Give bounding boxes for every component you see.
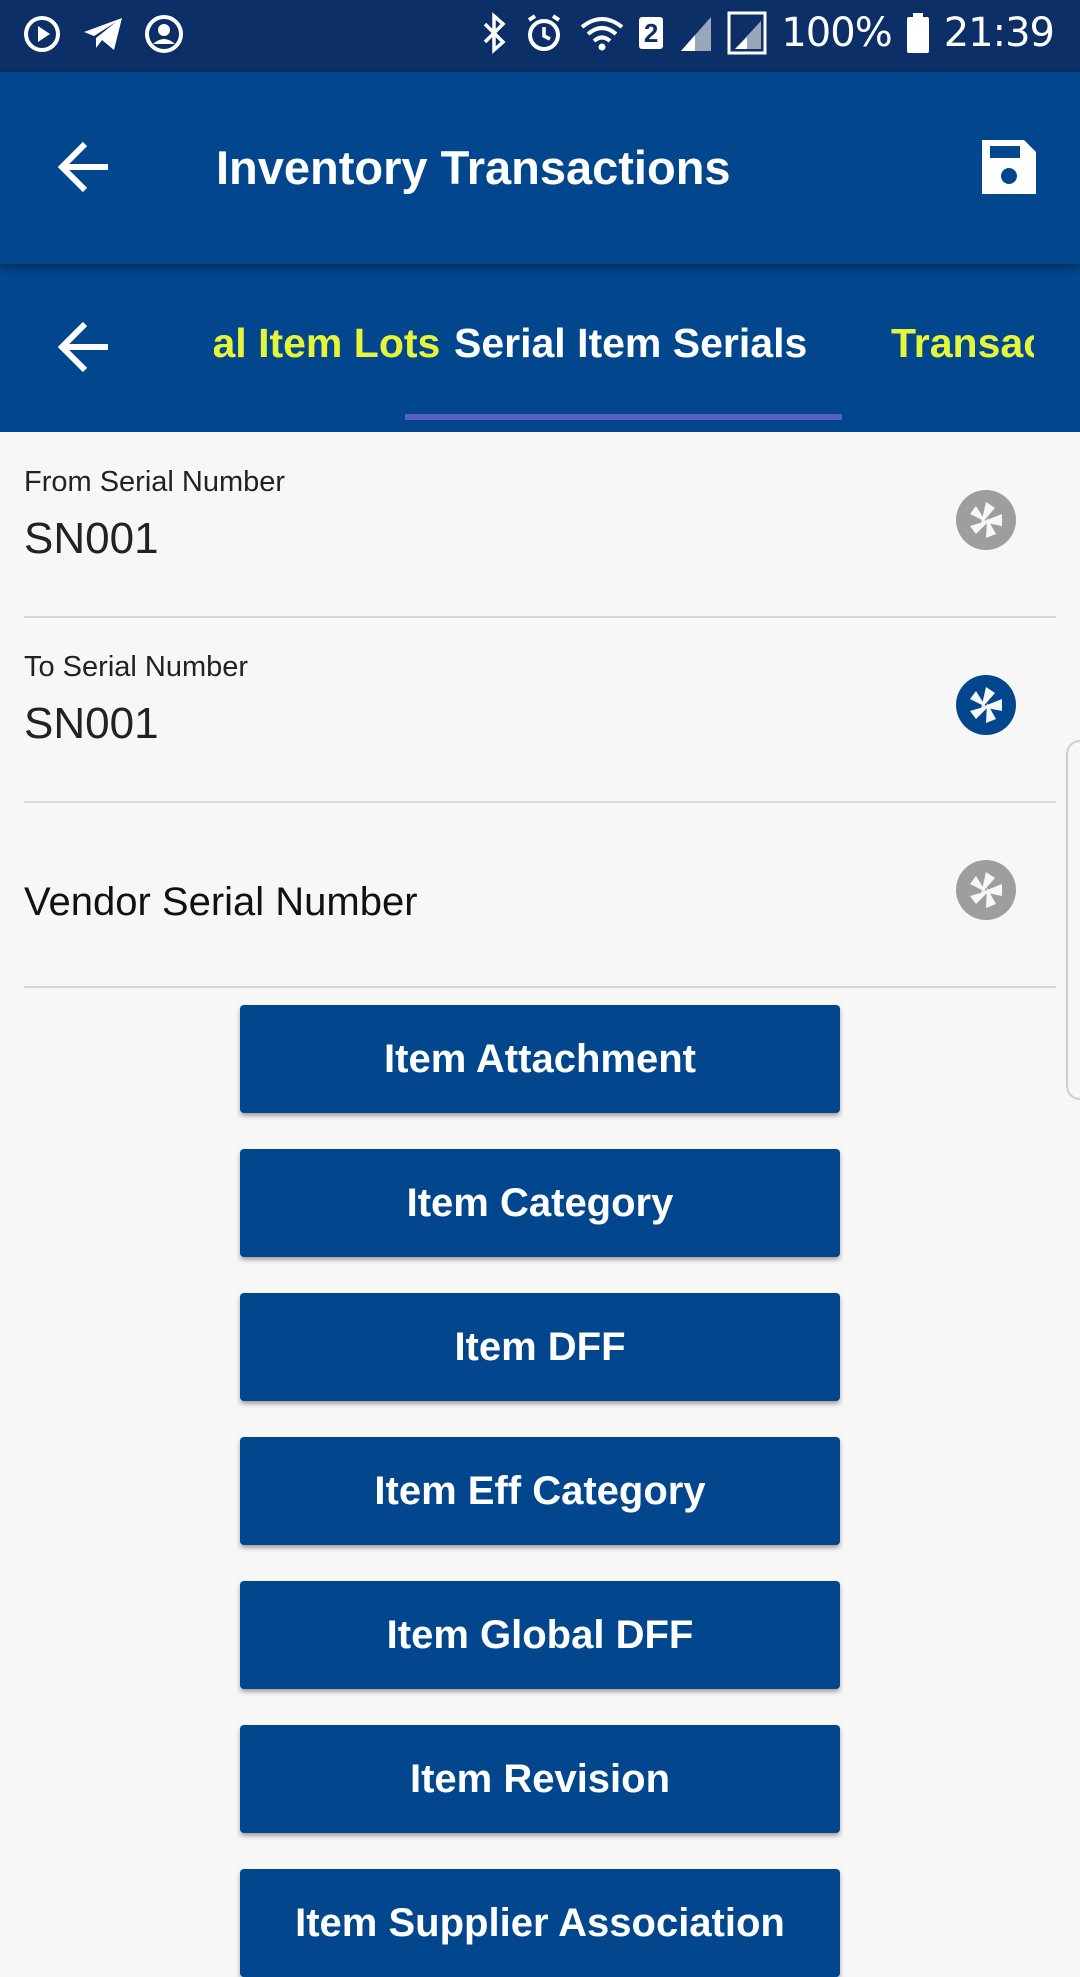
camera-shutter-icon[interactable]	[954, 488, 1018, 552]
battery-percent: 100%	[781, 10, 892, 56]
tab-bar: Serial Item Lots Serial Item Serials Tra…	[0, 264, 1080, 432]
signal-icon	[681, 17, 712, 51]
item-eff-category-button[interactable]: Item Eff Category	[240, 1437, 840, 1545]
notification-count-badge: 2	[638, 17, 664, 49]
account-icon	[145, 15, 183, 53]
vendor-serial-number-field[interactable]: Vendor Serial Number	[24, 802, 1056, 988]
arrow-left-icon[interactable]	[56, 138, 114, 196]
tab-strip: Serial Item Lots Serial Item Serials Tra…	[214, 264, 1034, 432]
scroll-indicator[interactable]	[1066, 740, 1080, 1100]
wifi-icon	[580, 17, 624, 51]
item-global-dff-button[interactable]: Item Global DFF	[240, 1581, 840, 1689]
alarm-icon	[527, 14, 561, 51]
camera-shutter-icon[interactable]	[954, 858, 1018, 922]
status-left-icons	[22, 14, 184, 54]
play-icon	[24, 16, 60, 52]
to-serial-number-value[interactable]: SN001	[24, 699, 159, 749]
item-supplier-association-button[interactable]: Item Supplier Association	[240, 1869, 840, 1977]
signal-icon	[727, 11, 767, 55]
item-revision-button[interactable]: Item Revision	[240, 1725, 840, 1833]
tab-transactions[interactable]: Transactions	[891, 320, 1034, 367]
from-serial-number-value[interactable]: SN001	[24, 514, 159, 564]
battery-icon	[906, 13, 929, 53]
vendor-serial-number-label: Vendor Serial Number	[24, 880, 418, 924]
to-serial-number-label: To Serial Number	[24, 651, 249, 683]
tab-back-arrow-icon[interactable]	[56, 318, 114, 376]
app-bar: Inventory Transactions	[0, 72, 1080, 264]
item-dff-button[interactable]: Item DFF	[240, 1293, 840, 1401]
status-bar: 2 100% 21:39	[0, 0, 1080, 72]
from-serial-number-label: From Serial Number	[24, 466, 286, 498]
tab-serial-item-serials[interactable]: Serial Item Serials	[454, 320, 807, 367]
page-title: Inventory Transactions	[216, 141, 731, 194]
status-right-icons: 2 100% 21:39	[479, 10, 1055, 56]
save-icon[interactable]	[980, 138, 1038, 196]
bluetooth-icon	[483, 12, 506, 54]
item-category-button[interactable]: Item Category	[240, 1149, 840, 1257]
telegram-icon	[84, 18, 122, 50]
to-serial-number-field[interactable]: To Serial Number SN001	[24, 617, 1056, 803]
active-tab-indicator	[405, 414, 842, 420]
clock: 21:39	[943, 10, 1055, 56]
from-serial-number-field[interactable]: From Serial Number SN001	[24, 432, 1056, 618]
camera-shutter-icon[interactable]	[954, 673, 1018, 737]
tab-serial-item-lots[interactable]: Serial Item Lots	[214, 320, 440, 367]
item-attachment-button[interactable]: Item Attachment	[240, 1005, 840, 1113]
